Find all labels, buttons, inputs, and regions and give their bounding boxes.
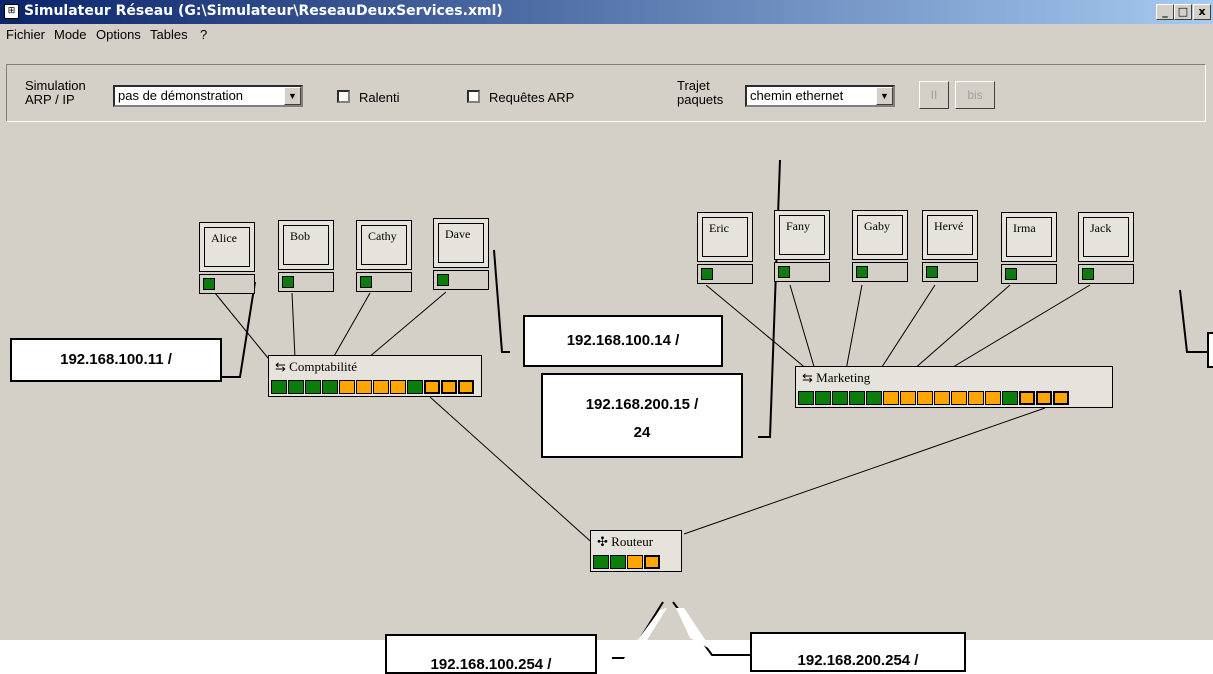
switch-port[interactable] [424, 380, 440, 394]
switch-port[interactable] [968, 391, 984, 405]
switch-port[interactable] [644, 555, 660, 569]
switch-port[interactable] [288, 380, 304, 394]
switch-port[interactable] [356, 380, 372, 394]
switch-port[interactable] [339, 380, 355, 394]
host-port[interactable] [437, 274, 449, 286]
callout-fany-ip: 192.168.200.15 / 24 [541, 373, 743, 458]
link-bob [291, 292, 296, 359]
switch-port[interactable] [1019, 391, 1035, 405]
switch-marketing[interactable]: ⇆ Marketing [795, 366, 1113, 408]
link-herve [879, 284, 936, 371]
host-port[interactable] [778, 266, 790, 278]
link-gaby [845, 284, 863, 371]
switch-port[interactable] [1002, 391, 1018, 405]
callout-router-ip-2: 192.168.200.254 / [750, 632, 966, 672]
router-icon: ✣ [597, 534, 612, 549]
switch-port[interactable] [815, 391, 831, 405]
switch-port[interactable] [407, 380, 423, 394]
callout-right-edge [1207, 332, 1213, 368]
switch-port[interactable] [951, 391, 967, 405]
host-port[interactable] [360, 276, 372, 288]
switch-port[interactable] [441, 380, 457, 394]
host-jack-label: Jack [1083, 217, 1129, 257]
switch-port[interactable] [271, 380, 287, 394]
switch-arrows-icon: ⇆ [802, 370, 817, 385]
host-port[interactable] [203, 278, 215, 290]
callout-fany-ip-line2: 24 [633, 424, 651, 441]
router-label: Routeur [611, 534, 654, 549]
host-cathy-label: Cathy [361, 225, 407, 265]
switch-port[interactable] [322, 380, 338, 394]
host-port[interactable] [701, 268, 713, 280]
switch-port[interactable] [1053, 391, 1069, 405]
switch-comptabilite-label: Comptabilité [289, 359, 358, 374]
switch-port[interactable] [832, 391, 848, 405]
callout-router-ip-1: 192.168.100.254 / [385, 634, 597, 674]
switch-port[interactable] [458, 380, 474, 394]
switch-port[interactable] [373, 380, 389, 394]
callout-dave-ip: 192.168.100.14 / [523, 315, 723, 367]
link-dave [367, 291, 447, 359]
switch-port[interactable] [305, 380, 321, 394]
switch-port[interactable] [627, 555, 643, 569]
switch-port[interactable] [917, 391, 933, 405]
switch-port[interactable] [866, 391, 882, 405]
switch-ports [798, 391, 1069, 405]
switch-port[interactable] [934, 391, 950, 405]
switch-port[interactable] [593, 555, 609, 569]
host-port[interactable] [1082, 268, 1094, 280]
host-port[interactable] [926, 266, 938, 278]
link-irma [912, 284, 1011, 371]
switch-arrows-icon: ⇆ [275, 359, 290, 374]
host-herve-label: Hervé [927, 215, 973, 255]
switch-marketing-label: Marketing [816, 370, 871, 385]
host-alice-label: Alice [204, 227, 250, 267]
router-ports [593, 555, 660, 569]
host-port[interactable] [856, 266, 868, 278]
link-fany [789, 284, 816, 371]
host-irma-label: Irma [1006, 217, 1052, 257]
switch-port[interactable] [985, 391, 1001, 405]
router[interactable]: ✣ Routeur [590, 530, 682, 572]
switch-port[interactable] [1036, 391, 1052, 405]
switch-ports [271, 380, 474, 394]
link-alice [214, 292, 269, 359]
switch-port[interactable] [900, 391, 916, 405]
switch-port[interactable] [798, 391, 814, 405]
switch-port[interactable] [390, 380, 406, 394]
switch-comptabilite[interactable]: ⇆ Comptabilité [268, 355, 482, 397]
host-gaby-label: Gaby [857, 215, 903, 255]
callout-fany-ip-line1: 192.168.200.15 / [585, 396, 699, 413]
host-port[interactable] [1005, 268, 1017, 280]
link-jack [947, 284, 1091, 371]
host-bob-label: Bob [283, 225, 329, 265]
host-port[interactable] [282, 276, 294, 288]
link-cathy [332, 292, 371, 359]
switch-port[interactable] [883, 391, 899, 405]
host-eric-label: Eric [702, 217, 748, 257]
switch-port[interactable] [610, 555, 626, 569]
callout-alice-ip: 192.168.100.11 / [10, 338, 222, 382]
host-fany-label: Fany [779, 215, 825, 255]
switch-port[interactable] [849, 391, 865, 405]
host-dave-label: Dave [438, 223, 484, 263]
